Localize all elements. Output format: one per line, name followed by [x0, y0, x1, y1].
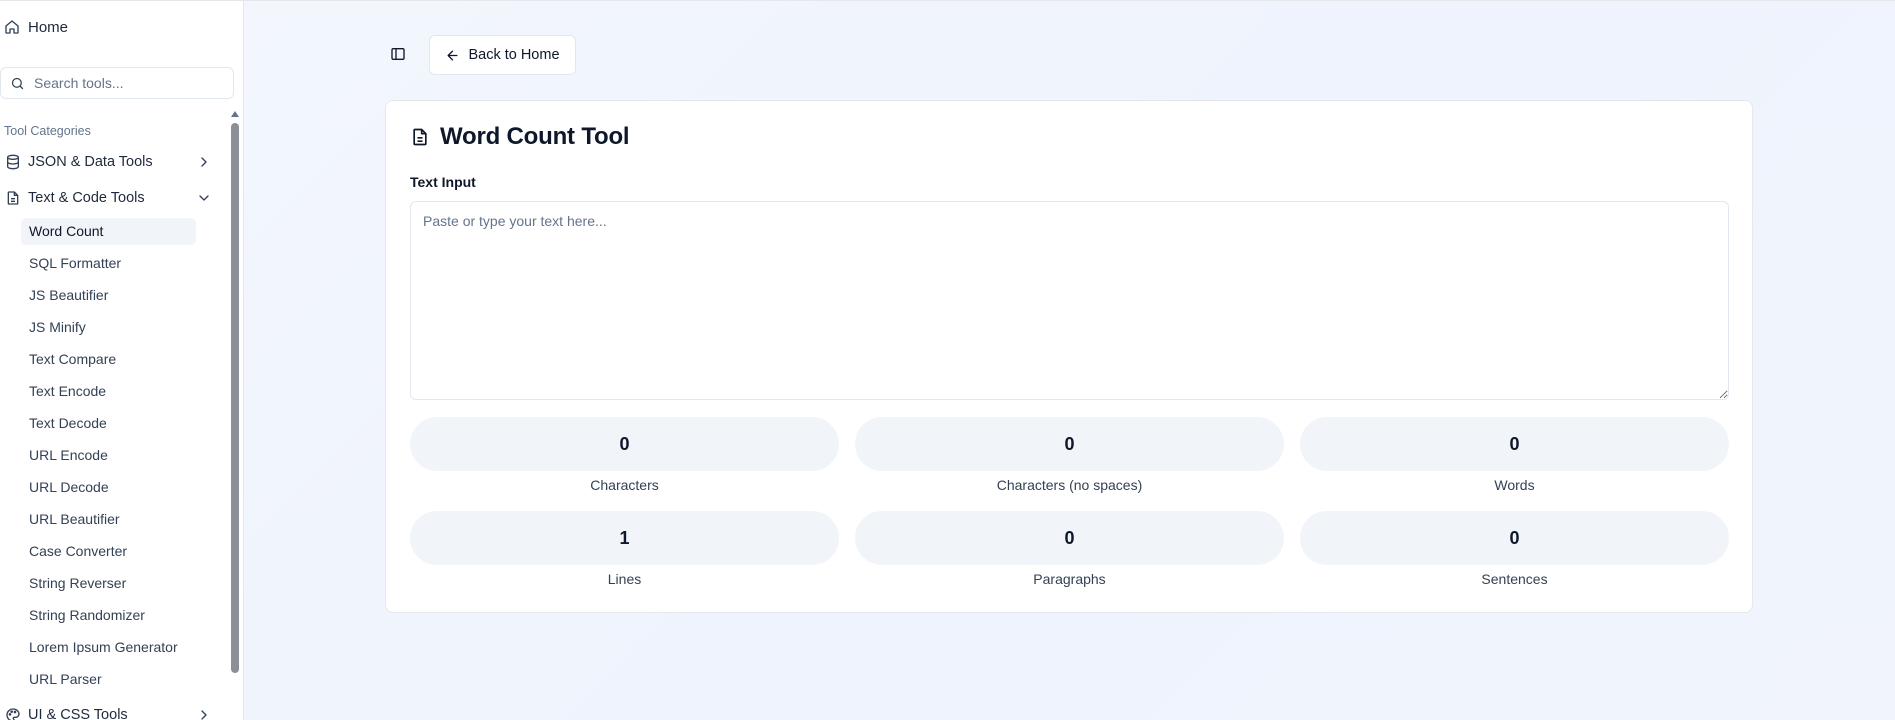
sidebar-item-text-compare[interactable]: Text Compare: [21, 346, 196, 373]
home-icon: [5, 20, 19, 34]
category-ui-css-tools[interactable]: UI & CSS Tools: [0, 702, 216, 720]
panel-left-icon: [391, 48, 405, 60]
sidebar-item-js-beautifier[interactable]: JS Beautifier: [21, 282, 196, 309]
sidebar: Home Tool Categories JSON & Data Tools: [0, 1, 244, 720]
arrow-left-icon: [447, 50, 458, 60]
category-text-code-tools[interactable]: Text & Code Tools: [0, 185, 216, 211]
back-to-home-button[interactable]: Back to Home: [429, 35, 576, 75]
stat-sentences-value: 0: [1300, 511, 1729, 565]
page-title: Word Count Tool: [440, 123, 630, 150]
sidebar-item-text-encode[interactable]: Text Encode: [21, 378, 196, 405]
category-label: JSON & Data Tools: [28, 154, 153, 170]
sidebar-item-lorem-ipsum-generator[interactable]: Lorem Ipsum Generator: [21, 634, 196, 661]
stat-paragraphs-value: 0: [855, 511, 1284, 565]
chevron-down-icon: [199, 195, 209, 201]
sidebar-item-text-decode[interactable]: Text Decode: [21, 410, 196, 437]
stat-characters-no-spaces-label: Characters (no spaces): [996, 477, 1143, 493]
back-label: Back to Home: [468, 47, 560, 63]
sidebar-toggle-button[interactable]: [388, 44, 408, 64]
chevron-right-icon: [201, 157, 207, 167]
file-text-icon: [413, 128, 427, 146]
search-box[interactable]: [0, 67, 234, 99]
search-icon: [11, 77, 24, 89]
tool-title-row: Word Count Tool: [410, 123, 630, 151]
stat-lines-value: 1: [410, 511, 839, 565]
database-icon: [7, 154, 19, 170]
home-link[interactable]: Home: [4, 15, 68, 39]
sidebar-item-word-count[interactable]: Word Count: [21, 218, 196, 245]
text-input-label: Text Input: [410, 174, 476, 190]
sidebar-item-string-reverser[interactable]: String Reverser: [21, 570, 196, 597]
sidebar-scrollbar[interactable]: [229, 109, 241, 720]
palette-icon: [6, 708, 20, 720]
scrollbar-thumb[interactable]: [231, 123, 239, 673]
stat-sentences-label: Sentences: [1481, 571, 1548, 587]
sidebar-item-case-converter[interactable]: Case Converter: [21, 538, 196, 565]
scroll-up-arrow-icon[interactable]: [231, 111, 239, 117]
sidebar-item-url-encode[interactable]: URL Encode: [21, 442, 196, 469]
app-root: Home Tool Categories JSON & Data Tools: [0, 0, 1895, 720]
stat-paragraphs-label: Paragraphs: [1033, 571, 1106, 587]
stat-lines-label: Lines: [607, 571, 642, 587]
text-input[interactable]: [410, 201, 1729, 400]
stat-characters-no-spaces-value: 0: [855, 417, 1284, 471]
sidebar-item-url-decode[interactable]: URL Decode: [21, 474, 196, 501]
stat-characters-label: Characters: [590, 477, 659, 493]
sidebar-item-url-parser[interactable]: URL Parser: [21, 666, 196, 693]
chevron-right-icon: [201, 710, 207, 720]
category-json-data-tools[interactable]: JSON & Data Tools: [0, 149, 216, 175]
sidebar-item-url-beautifier[interactable]: URL Beautifier: [21, 506, 196, 533]
search-input[interactable]: [34, 75, 224, 91]
tool-card: Word Count Tool Text Input 0 Characters …: [385, 100, 1753, 613]
stat-words-value: 0: [1300, 417, 1729, 471]
main-content: Back to Home Word Count Tool Text Input …: [244, 1, 1895, 720]
category-label: Text & Code Tools: [28, 190, 145, 206]
stat-words-label: Words: [1494, 477, 1535, 493]
sidebar-item-sql-formatter[interactable]: SQL Formatter: [21, 250, 196, 277]
sidebar-item-js-minify[interactable]: JS Minify: [21, 314, 196, 341]
category-label: UI & CSS Tools: [28, 707, 128, 720]
categories-heading: Tool Categories: [4, 124, 91, 138]
sidebar-item-string-randomizer[interactable]: String Randomizer: [21, 602, 196, 629]
home-label: Home: [28, 18, 69, 36]
file-text-icon: [7, 191, 19, 205]
stat-characters-value: 0: [410, 417, 839, 471]
